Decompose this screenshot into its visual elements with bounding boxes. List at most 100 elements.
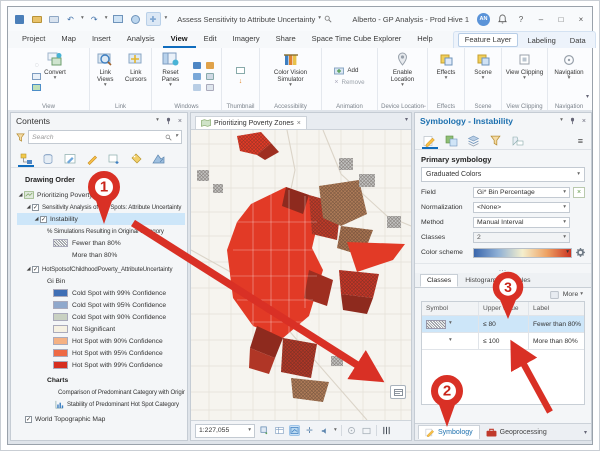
search-icon[interactable] bbox=[324, 15, 332, 23]
enable-location-chevron-icon[interactable]: ▾ bbox=[401, 83, 404, 89]
color-scheme-dropdown[interactable]: ▾ bbox=[473, 248, 572, 258]
scene-button[interactable]: Scene ▾ bbox=[466, 51, 500, 101]
tab-edit[interactable]: Edit bbox=[196, 32, 225, 48]
tasks-pane-icon[interactable] bbox=[205, 72, 216, 81]
contents-close-icon[interactable]: × bbox=[178, 118, 182, 125]
search-icon[interactable] bbox=[165, 134, 172, 141]
symbol-chevron-icon[interactable]: ▾ bbox=[449, 321, 452, 327]
method-dropdown[interactable]: Manual Interval▾ bbox=[473, 217, 570, 228]
tab-feature-layer[interactable]: Feature Layer bbox=[458, 33, 519, 47]
notifications-bell-icon[interactable] bbox=[498, 14, 507, 24]
navigation-button[interactable]: Navigation ▾ bbox=[549, 51, 589, 101]
chart-item[interactable]: Comparison of Predominant Category with … bbox=[17, 386, 185, 398]
effects-chevron-icon[interactable]: ▾ bbox=[445, 76, 448, 82]
link-views-chevron-icon[interactable]: ▾ bbox=[104, 83, 107, 89]
user-avatar[interactable]: AN bbox=[477, 13, 490, 26]
tab-data[interactable]: Data bbox=[563, 34, 593, 48]
effects-button[interactable]: Effects ▾ bbox=[429, 51, 463, 101]
label-cell[interactable]: More than 80% bbox=[528, 333, 584, 349]
link-views-button[interactable]: Link Views ▾ bbox=[91, 51, 120, 101]
set-expression-icon[interactable]: × bbox=[573, 187, 585, 198]
class-symbol-swatch[interactable] bbox=[426, 320, 446, 329]
color-scheme-options-gear-icon[interactable] bbox=[576, 248, 585, 257]
list-by-perspective-icon[interactable] bbox=[151, 152, 165, 165]
class-row-1[interactable]: ▾ ≤ 80 Fewer than 80% bbox=[422, 316, 584, 333]
status-chevron-icon[interactable]: ▾ bbox=[334, 428, 337, 434]
view-options-chevron-icon[interactable]: ▾ bbox=[405, 116, 408, 123]
tree-item-map-group[interactable]: ◢ Prioritizing Poverty Zones bbox=[17, 189, 185, 201]
filter-funnel-icon[interactable] bbox=[16, 133, 25, 142]
field-dropdown[interactable]: Gi* Bin Percentage▾ bbox=[473, 187, 570, 198]
list-by-snapping-icon[interactable] bbox=[129, 152, 143, 165]
tree-item-group-layer[interactable]: ◢ ✓ Sensitivity Analysis of Hot Spots: A… bbox=[17, 201, 185, 213]
ribbon-collapse-chevron-icon[interactable]: ▾ bbox=[586, 93, 589, 100]
classes-dropdown[interactable]: 2▾ bbox=[473, 232, 570, 243]
expand-arrow-icon[interactable]: ◢ bbox=[25, 266, 32, 272]
tab-project[interactable]: Project bbox=[14, 32, 53, 48]
tab-histogram[interactable]: Histogram bbox=[458, 274, 503, 287]
tab-analysis[interactable]: Analysis bbox=[119, 32, 163, 48]
map-tool-icon[interactable] bbox=[112, 13, 125, 25]
label-cell[interactable]: Fewer than 80% bbox=[528, 316, 584, 332]
tab-symbology-pane[interactable]: Symbology bbox=[418, 425, 480, 439]
tab-insert[interactable]: Insert bbox=[84, 32, 119, 48]
symbology-pane-chevron-icon[interactable]: ▾ bbox=[560, 118, 563, 124]
symbology-type-dropdown[interactable]: Graduated Colors ▾ bbox=[421, 167, 585, 182]
tab-help[interactable]: Help bbox=[409, 32, 440, 48]
list-by-labeling-icon[interactable] bbox=[107, 152, 121, 165]
primary-symbology-icon[interactable] bbox=[422, 134, 436, 147]
contents-pane-icon[interactable] bbox=[192, 61, 203, 70]
update-thumbnail-icon[interactable]: ↓ bbox=[235, 77, 246, 86]
view-clipping-chevron-icon[interactable]: ▾ bbox=[523, 76, 526, 82]
tab-space-time-cube-explorer[interactable]: Space Time Cube Explorer bbox=[304, 32, 410, 48]
scale-chevron-icon[interactable]: ▾ bbox=[248, 428, 251, 434]
symbology-pin-icon[interactable] bbox=[569, 117, 576, 125]
upper-value-cell[interactable]: ≤ 80 bbox=[478, 316, 528, 332]
list-by-drawing-order-icon[interactable] bbox=[19, 152, 33, 165]
qat-customize-chevron-icon[interactable]: ▾ bbox=[165, 16, 168, 22]
redo-chevron-icon[interactable]: ▾ bbox=[105, 16, 108, 22]
scene-chevron-icon[interactable]: ▾ bbox=[482, 76, 485, 82]
table-view-icon[interactable] bbox=[550, 291, 559, 299]
navigation-chevron-icon[interactable]: ▾ bbox=[568, 76, 571, 82]
thumbnail-frame-icon[interactable] bbox=[235, 66, 246, 75]
labeling-symbology-icon[interactable] bbox=[510, 134, 524, 147]
view-clipping-button[interactable]: View Clipping ▾ bbox=[504, 51, 546, 101]
list-by-selection-icon[interactable] bbox=[63, 152, 77, 165]
tab-scales[interactable]: Scales bbox=[503, 274, 537, 287]
contents-pin-icon[interactable] bbox=[165, 117, 172, 125]
tab-imagery[interactable]: Imagery bbox=[225, 32, 268, 48]
tab-classes[interactable]: Classes bbox=[420, 274, 458, 287]
tab-geoprocessing-pane[interactable]: Geoprocessing bbox=[480, 426, 553, 439]
close-tab-icon[interactable]: × bbox=[297, 120, 301, 127]
contents-search-input[interactable]: Search ▾ bbox=[28, 130, 182, 144]
command-search[interactable]: Assess Sensitivity to Attribute Uncertai… bbox=[177, 15, 332, 24]
map-canvas[interactable] bbox=[191, 130, 411, 421]
tree-item-instability-layer[interactable]: ◢ ✓ Instability bbox=[17, 213, 185, 225]
tab-labeling[interactable]: Labeling bbox=[520, 34, 562, 48]
scale-selector[interactable]: 1:227,055 ▾ bbox=[195, 424, 255, 438]
vary-symbology-icon[interactable] bbox=[444, 134, 458, 147]
measure-ruler-icon[interactable] bbox=[381, 425, 392, 436]
save-icon[interactable] bbox=[13, 13, 26, 25]
maximize-button[interactable]: □ bbox=[555, 15, 567, 24]
minimize-button[interactable]: – bbox=[535, 15, 547, 24]
popout-indicator-icon[interactable] bbox=[390, 385, 406, 399]
layer-checkbox[interactable]: ✓ bbox=[32, 204, 39, 211]
layer-checkbox[interactable]: ✓ bbox=[40, 216, 47, 223]
class-symbol-swatch[interactable] bbox=[426, 337, 446, 346]
pane-splitter-handle[interactable]: … bbox=[415, 263, 591, 272]
attribute-table-icon[interactable] bbox=[274, 425, 285, 436]
undo-icon[interactable]: ↶ bbox=[64, 13, 77, 25]
tree-item-basemap[interactable]: ✓ World Topographic Map bbox=[17, 413, 185, 425]
python-window-icon[interactable] bbox=[192, 83, 203, 92]
color-vision-simulator-button[interactable]: Color Vision Simulator ▾ bbox=[263, 51, 319, 101]
map-2d-icon[interactable] bbox=[31, 83, 42, 92]
pane-tabs-chevron-icon[interactable]: ▾ bbox=[584, 429, 587, 436]
layer-checkbox[interactable]: ✓ bbox=[32, 266, 39, 273]
normalization-dropdown[interactable]: <None>▾ bbox=[473, 202, 570, 213]
tab-map[interactable]: Map bbox=[53, 32, 84, 48]
extra-windows-icon[interactable] bbox=[205, 83, 216, 92]
tree-item-hotspot-layer[interactable]: ◢ ✓ HotSpotsofChildhoodPoverty_Attribute… bbox=[17, 263, 185, 275]
explore-tool-icon[interactable] bbox=[129, 13, 142, 25]
